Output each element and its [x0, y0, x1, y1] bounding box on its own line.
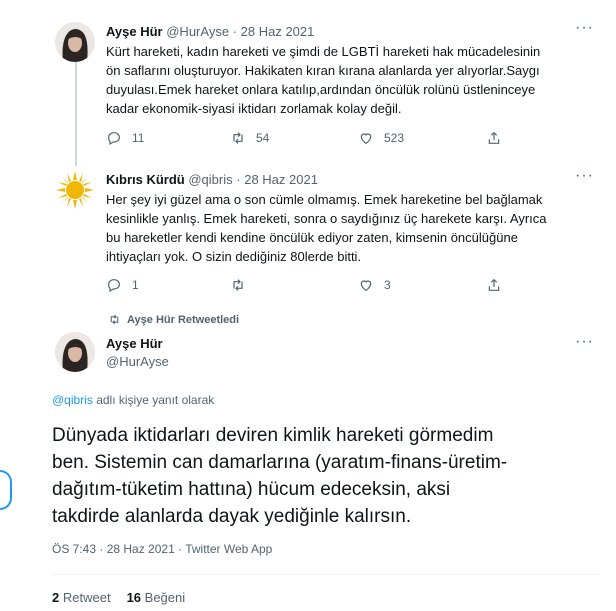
separator: ·: [232, 24, 238, 39]
avatar[interactable]: [55, 332, 95, 372]
retweet-icon: [233, 279, 243, 291]
retweeted-by-label[interactable]: Ayşe Hür Retweetledi: [108, 313, 239, 326]
text-line: kadar ekonomik-siyasi iktidarı zorlamak …: [106, 101, 402, 116]
share-icon: [488, 131, 500, 144]
share-icon: [488, 278, 500, 291]
tweet-date[interactable]: 28 Haz 2021: [241, 24, 315, 39]
avatar-photo-icon: [55, 332, 95, 372]
main-tweet-text: Dünyada iktidarları deviren kimlik harek…: [52, 422, 507, 530]
reply-context-text: adlı kişiye yanıt olarak: [92, 393, 215, 407]
main-tweet-name[interactable]: Ayşe Hür: [106, 336, 163, 351]
like-button[interactable]: 3: [358, 277, 391, 293]
avatar[interactable]: [55, 22, 95, 62]
reply-icon: [108, 132, 120, 146]
text-line: bu hareketler kendi kendine öncülük ediy…: [106, 230, 518, 245]
like-count: 3: [384, 278, 391, 292]
thread-line: [75, 62, 77, 166]
text-line: ihtiyaçları yok. O sizin dediğiniz 80ler…: [106, 249, 362, 264]
more-icon[interactable]: ···: [575, 19, 594, 37]
reply-button[interactable]: 1: [106, 277, 139, 293]
retweet-stat-label: Retweet: [62, 590, 111, 605]
tweet-header: Kıbrıs Kürdü @qibris · 28 Haz 2021: [106, 172, 318, 187]
side-tab[interactable]: [0, 470, 12, 510]
text-line: kesinlikle yanlış. Emek hareketi, sonra …: [106, 211, 547, 226]
reply-count: 1: [132, 278, 139, 292]
retweet-button[interactable]: [230, 277, 256, 293]
retweet-button[interactable]: 54: [230, 130, 269, 146]
separator: ·: [236, 172, 241, 187]
user-handle[interactable]: @HurAyse: [106, 354, 169, 369]
avatar[interactable]: [55, 170, 95, 210]
like-button[interactable]: 523: [358, 130, 404, 146]
reply-context: @qibris adlı kişiye yanıt olarak: [52, 393, 214, 407]
like-icon: [360, 133, 372, 145]
share-button[interactable]: [486, 130, 502, 146]
text-line: duyulası.Emek hareket onlara katılıp,ard…: [106, 82, 536, 97]
user-handle[interactable]: @qibris: [188, 172, 232, 187]
divider: [52, 574, 600, 575]
tweet-thread: Ayşe Hür @HurAyse · 28 Haz 2021 ··· Kürt…: [40, 0, 600, 611]
text-line: dağıtım-tüketim hattına) hücum edeceksin…: [52, 479, 451, 500]
engagement-stats: 2 Retweet 16 Beğeni: [52, 590, 185, 605]
text-line: Kürt hareketi, kadın hareketi ve şimdi d…: [106, 44, 541, 59]
tweet-header: Ayşe Hür @HurAyse · 28 Haz 2021: [106, 24, 314, 39]
like-count: 523: [384, 131, 405, 145]
tweet-date[interactable]: 28 Haz 2021: [244, 172, 318, 187]
retweet-stat-count: 2: [52, 590, 60, 605]
reply-icon: [108, 279, 120, 293]
display-name[interactable]: Kıbrıs Kürdü: [106, 172, 185, 187]
share-button[interactable]: [486, 277, 502, 293]
display-name[interactable]: Ayşe Hür: [106, 24, 163, 39]
main-tweet-handle[interactable]: @HurAyse: [106, 354, 169, 369]
tweet-timestamp[interactable]: ÖS 7:43 · 28 Haz 2021 · Twitter Web App: [52, 542, 272, 556]
reply-button[interactable]: 11: [106, 130, 144, 146]
text-line: ben. Sistemin can damarlarına (yaratım-f…: [52, 452, 508, 473]
like-icon: [360, 280, 372, 292]
more-icon[interactable]: ···: [575, 333, 594, 351]
like-stat-count: 16: [126, 590, 142, 605]
retweeted-by-text: Ayşe Hür Retweetledi: [127, 313, 240, 326]
display-name[interactable]: Ayşe Hür: [106, 336, 163, 351]
user-handle[interactable]: @HurAyse: [166, 24, 229, 39]
tweet-text: Her şey iyi güzel ama o son cümle olmamı…: [106, 190, 547, 266]
retweet-count: 54: [256, 131, 270, 145]
sun-logo-icon: [55, 170, 95, 210]
like-stat-label: Beğeni: [144, 590, 186, 605]
more-icon[interactable]: ···: [575, 167, 594, 185]
text-line: takdirde alanlarda dayak yediğinle kalır…: [52, 506, 412, 527]
reply-count: 11: [132, 131, 145, 145]
retweet-stat[interactable]: 2 Retweet: [52, 590, 111, 605]
text-line: ön saflarını oluşturuyor. Hakikaten kıra…: [106, 63, 540, 78]
retweet-icon: [110, 314, 119, 325]
text-line: Her şey iyi güzel ama o son cümle olmamı…: [106, 192, 543, 207]
like-stat[interactable]: 16 Beğeni: [127, 590, 186, 605]
text-line: Dünyada iktidarları deviren kimlik harek…: [52, 425, 494, 446]
reply-mention-link[interactable]: @qibris: [52, 393, 93, 407]
retweet-icon: [233, 132, 243, 144]
tweet-text: Kürt hareketi, kadın hareketi ve şimdi d…: [106, 42, 540, 118]
avatar-photo-icon: [55, 22, 95, 62]
